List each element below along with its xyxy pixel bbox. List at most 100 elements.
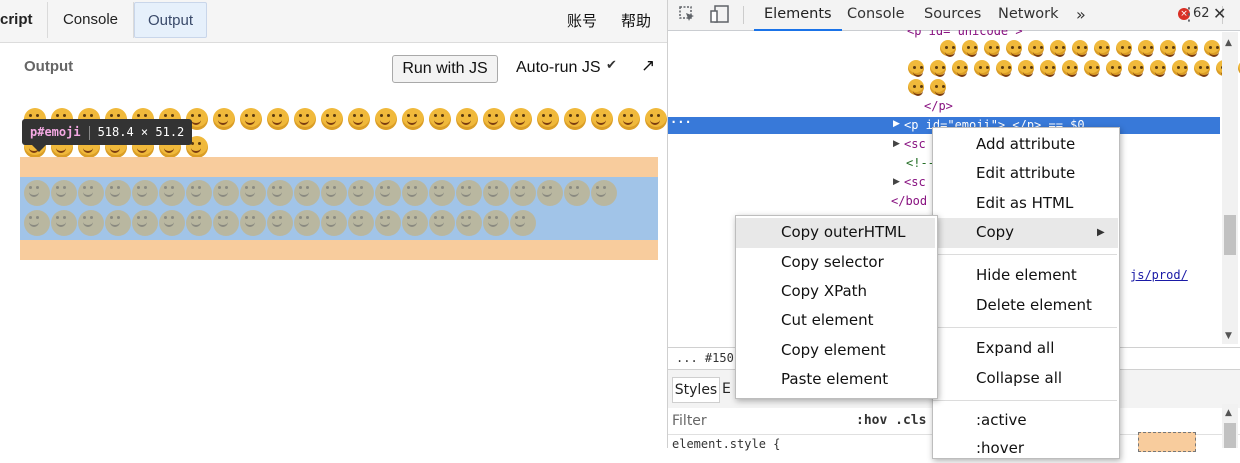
emoji-icon [375,180,401,206]
menu-paste-element[interactable]: Paste element [781,365,888,394]
tab-console[interactable]: Console [847,0,905,29]
tab-output[interactable]: Output [134,2,207,38]
emoji-icon [294,180,320,206]
menu-copy-xpath[interactable]: Copy XPath [781,277,867,306]
account-link[interactable]: 账号 [567,10,597,31]
emoji-icon [105,180,131,206]
expand-triangle-icon[interactable]: ▶ [893,139,900,149]
emoji-icon [213,180,239,206]
tab-event-listeners[interactable]: E [722,381,731,397]
device-toolbar-icon[interactable] [710,5,730,27]
emoji-icon [952,60,968,77]
menu-cut-element[interactable]: Cut element [781,306,873,335]
expand-triangle-icon[interactable]: ▶ [893,119,900,129]
menu-copy[interactable]: Copy [976,218,1014,247]
code-p-close[interactable]: </p> [924,99,953,113]
menu-delete-element[interactable]: Delete element [976,291,1092,320]
code-comment-node[interactable]: <!-- [906,156,935,170]
emoji-icon [537,108,559,130]
emoji-icon [1172,60,1188,77]
tab-elements[interactable]: Elements [754,0,842,31]
popout-icon[interactable]: ↗ [641,56,655,76]
menu-hide-element[interactable]: Hide element [976,261,1077,290]
tab-styles[interactable]: Styles [672,377,720,403]
close-icon[interactable]: ✕ [1213,4,1226,23]
emoji-icon [1094,40,1110,57]
dom-scrollbar-thumb[interactable] [1224,215,1236,255]
styles-scrollbar-thumb[interactable] [1224,423,1236,448]
emoji-icon [1050,40,1066,57]
help-link[interactable]: 帮助 [621,10,651,31]
emoji-icon [537,180,563,206]
emoji-icon [1160,40,1176,57]
emoji-icon [1106,60,1122,77]
autorun-label: Auto-run JS [516,59,601,76]
emoji-icon [24,210,50,236]
emoji-icon [618,108,640,130]
emoji-icon [375,108,397,130]
emoji-icon [294,108,316,130]
emoji-icon [240,180,266,206]
emoji-icon [974,60,990,77]
inspect-element-icon[interactable] [678,5,696,27]
scroll-up-icon[interactable]: ▲ [1225,38,1232,48]
tab-sources[interactable]: Sources [924,0,981,29]
menu-expand-all[interactable]: Expand all [976,334,1054,363]
breadcrumb-text[interactable]: ... #150 [676,351,734,365]
autorun-checkbox[interactable]: ✔ [606,58,617,73]
code-script-node[interactable]: <sc [904,175,926,189]
tab-console[interactable]: Console [48,2,134,38]
dom-scrollbar[interactable] [1222,32,1238,344]
devtools-toolbar: Elements Console Sources Network » × 62 ⋮… [668,0,1240,31]
styles-filter-input[interactable]: Filter [672,413,707,429]
emoji-icon [402,180,428,206]
tab-network[interactable]: Network [998,0,1059,29]
box-model-margin [1138,432,1196,452]
emoji-icon [1084,60,1100,77]
node-actions-icon[interactable]: ··· [670,115,692,129]
emoji-icon [1040,60,1056,77]
run-with-js-button[interactable]: Run with JS [392,55,498,83]
emoji-icon [348,108,370,130]
tooltip-size: 518.4 × 51.2 [97,125,185,139]
copy-item-highlight [936,218,1118,248]
scroll-down-icon[interactable]: ▼ [1225,331,1232,341]
scroll-up-icon[interactable]: ▲ [1225,408,1232,418]
element-style-rule[interactable]: element.style { [672,437,780,451]
emoji-icon [1194,60,1210,77]
more-tabs-icon[interactable]: » [1076,0,1086,29]
emoji-icon [348,210,374,236]
kebab-menu-icon[interactable]: ⋮ [1180,4,1198,25]
emoji-icon [24,180,50,206]
code-src-link[interactable]: js/prod/ [1130,268,1188,282]
emoji-icon [294,210,320,236]
menu-copy-element[interactable]: Copy element [781,336,886,365]
code-script-node[interactable]: <sc [904,137,926,151]
emoji-icon [483,210,509,236]
output-pane: cript Console Output 账号 帮助 Output Run wi… [0,0,668,448]
emoji-icon [984,40,1000,57]
emoji-icon [159,210,185,236]
menu-copy-selector[interactable]: Copy selector [781,248,884,277]
tab-script[interactable]: cript [0,2,48,38]
emoji-icon [213,210,239,236]
menu-force-active[interactable]: :active [976,406,1027,435]
emoji-icon [159,180,185,206]
hov-cls-toggle[interactable]: :hov .cls [856,413,926,428]
submenu-arrow-icon: ▶ [1097,227,1105,238]
emoji-icon [1062,60,1078,77]
menu-add-attribute[interactable]: Add attribute [976,130,1075,159]
expand-triangle-icon[interactable]: ▶ [893,177,900,187]
menu-force-hover[interactable]: :hover [976,434,1024,463]
menu-copy-outerhtml[interactable]: Copy outerHTML [781,218,906,247]
emoji-icon [1138,40,1154,57]
menu-collapse-all[interactable]: Collapse all [976,364,1062,393]
element-inspect-tooltip: p#emoji 518.4 × 51.2 [22,119,193,145]
emoji-icon [1028,40,1044,57]
emoji-icon [240,108,262,130]
menu-edit-as-html[interactable]: Edit as HTML [976,189,1073,218]
highlight-margin-bottom [20,240,658,260]
menu-edit-attribute[interactable]: Edit attribute [976,159,1075,188]
emoji-icon [1204,40,1220,57]
code-body-close[interactable]: </bod [891,194,927,208]
